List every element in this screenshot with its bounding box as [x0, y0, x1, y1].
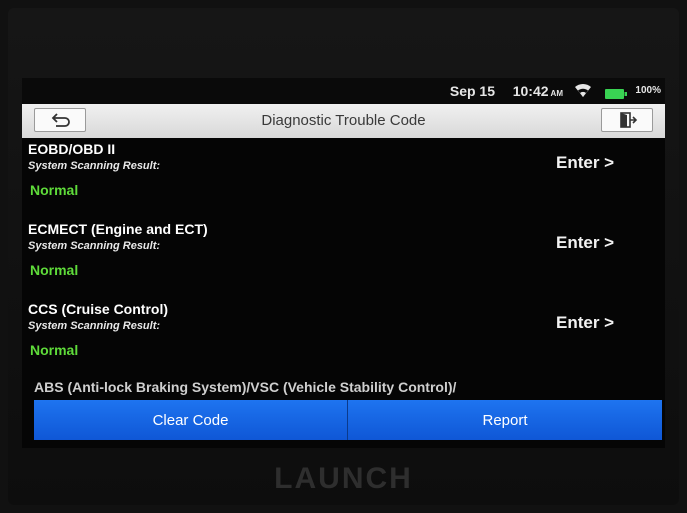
battery-percent: 100%: [635, 85, 661, 96]
system-list: EOBD/OBD II System Scanning Result: Norm…: [22, 138, 665, 400]
clear-code-button[interactable]: Clear Code: [34, 400, 348, 440]
status-ampm: AM: [550, 89, 563, 98]
status-clock: 10:42: [512, 83, 549, 99]
enter-button[interactable]: Enter >: [556, 153, 614, 173]
enter-button[interactable]: Enter >: [556, 313, 614, 333]
page-title: Diagnostic Trouble Code: [261, 112, 426, 129]
device-screen: Sep 15 10:42 AM 100% Diagnostic Trouble C…: [22, 78, 665, 448]
system-subtitle: System Scanning Result:: [28, 320, 161, 332]
system-name: EOBD/OBD II: [28, 141, 116, 157]
system-status: Normal: [30, 262, 79, 278]
system-name-partial: ABS (Anti-lock Braking System)/VSC (Vehi…: [34, 379, 457, 395]
system-status: Normal: [30, 342, 79, 358]
battery-icon: [605, 86, 627, 99]
system-name: ECMECT (Engine and ECT): [28, 221, 208, 237]
title-bar: Diagnostic Trouble Code: [22, 104, 665, 138]
system-item[interactable]: ECMECT (Engine and ECT) System Scanning …: [22, 218, 665, 298]
system-subtitle: System Scanning Result:: [28, 160, 161, 172]
wifi-icon: [573, 82, 593, 98]
status-time: 10:42 AM: [513, 83, 563, 99]
exit-icon: [620, 112, 638, 128]
exit-button[interactable]: [601, 108, 653, 132]
status-bar: Sep 15 10:42 AM 100%: [22, 78, 665, 104]
report-button[interactable]: Report: [348, 400, 662, 440]
system-subtitle: System Scanning Result:: [28, 240, 161, 252]
status-date: Sep 15: [449, 83, 495, 99]
system-status: Normal: [30, 182, 79, 198]
system-item[interactable]: CCS (Cruise Control) System Scanning Res…: [22, 298, 665, 378]
system-name: CCS (Cruise Control): [28, 301, 168, 317]
brand-logo: LAUNCH: [274, 462, 413, 495]
enter-button[interactable]: Enter >: [556, 233, 614, 253]
action-bar: Clear Code Report: [34, 400, 662, 440]
system-item[interactable]: EOBD/OBD II System Scanning Result: Norm…: [22, 138, 665, 218]
